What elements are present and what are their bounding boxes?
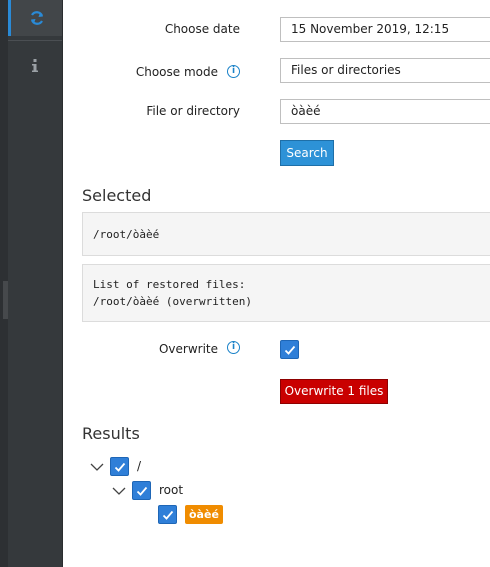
mode-label: Choose mode bbox=[135, 65, 218, 79]
checkmark-icon bbox=[114, 462, 126, 472]
tree-checkbox-root-dir[interactable] bbox=[110, 457, 129, 476]
tree-checkbox-root[interactable] bbox=[132, 481, 151, 500]
date-label: Choose date bbox=[164, 22, 240, 36]
date-input[interactable]: 15 November 2019, 12:15 bbox=[280, 17, 490, 42]
overwrite-info-icon[interactable]: i bbox=[227, 341, 240, 354]
selected-path-box: /root/òàèé bbox=[82, 212, 490, 256]
info-icon bbox=[32, 59, 38, 72]
restored-file-entry: /root/òàèé (overwritten) bbox=[93, 295, 252, 308]
sidebar-item-info[interactable] bbox=[8, 48, 62, 84]
checkmark-icon bbox=[136, 486, 148, 496]
mode-select[interactable]: Files or directories bbox=[280, 58, 490, 83]
selected-path: /root/òàèé bbox=[93, 228, 160, 241]
path-input[interactable]: òàèé bbox=[280, 99, 490, 124]
restored-files-box: List of restored files: /root/òàèé (over… bbox=[82, 264, 490, 322]
overwrite-button[interactable]: Overwrite 1 files bbox=[280, 379, 388, 404]
sidebar-divider bbox=[8, 40, 62, 41]
restored-files-heading: List of restored files: bbox=[93, 278, 246, 291]
chevron-down-icon[interactable] bbox=[90, 462, 104, 472]
sidebar bbox=[0, 0, 63, 567]
sidebar-scroll-handle[interactable] bbox=[3, 281, 8, 319]
checkmark-icon bbox=[162, 510, 174, 520]
overwrite-label: Overwrite bbox=[158, 342, 218, 356]
sidebar-item-restore[interactable] bbox=[8, 0, 62, 36]
refresh-icon bbox=[30, 11, 43, 25]
selected-title: Selected bbox=[82, 186, 152, 205]
checkmark-icon bbox=[284, 345, 296, 355]
path-label: File or directory bbox=[146, 104, 240, 118]
tree-label-slash[interactable]: / bbox=[137, 459, 141, 473]
mode-info-icon[interactable]: i bbox=[227, 65, 240, 78]
tree-label-root[interactable]: root bbox=[159, 483, 183, 497]
overwrite-checkbox[interactable] bbox=[280, 340, 299, 359]
chevron-down-icon[interactable] bbox=[112, 486, 126, 496]
tree-checkbox-file[interactable] bbox=[158, 505, 177, 524]
results-title: Results bbox=[82, 424, 140, 443]
tree-label-file-highlighted[interactable]: òàèé bbox=[185, 505, 223, 524]
search-button[interactable]: Search bbox=[280, 140, 334, 166]
